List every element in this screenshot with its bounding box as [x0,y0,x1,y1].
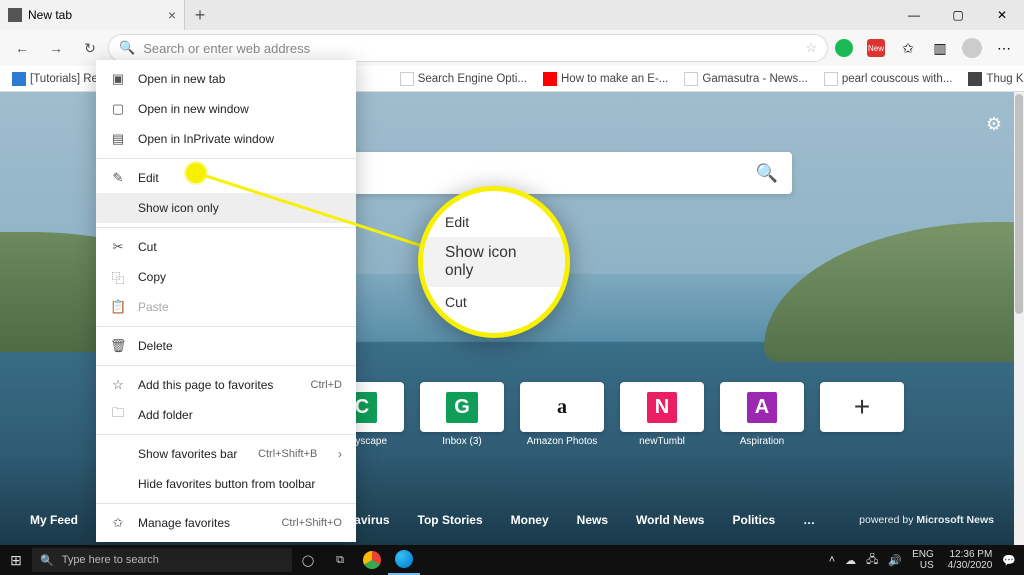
ctx-copy[interactable]: ⿻Copy [96,262,356,292]
feed-topic[interactable]: Money [511,513,549,527]
search-icon: 🔍 [119,40,135,56]
chrome-icon[interactable] [356,545,388,575]
highlight-leader-line [203,175,450,255]
extension-grammarly-icon[interactable] [830,34,858,62]
cortana-icon[interactable]: ◯ [292,545,324,575]
scissors-icon: ✂ [110,239,126,255]
ctx-manage-favorites[interactable]: ✩Manage favoritesCtrl+Shift+O [96,508,356,538]
edge-icon[interactable] [388,545,420,575]
chevron-right-icon: › [338,447,342,461]
scrollbar[interactable] [1014,92,1024,545]
callout-cut: Cut [423,287,565,317]
ctx-add-folder[interactable]: 🗀Add folder [96,400,356,430]
close-window-button[interactable]: ✕ [980,0,1024,30]
back-button[interactable]: ← [6,32,38,64]
quick-link-tile[interactable]: GInbox (3) [420,382,504,447]
task-view-icon[interactable]: ⧉ [324,545,356,575]
ctx-add-page[interactable]: ☆Add this page to favoritesCtrl+D [96,370,356,400]
trash-icon: 🗑 [110,338,126,354]
tab-favicon [8,8,22,22]
inprivate-icon: ▤ [110,131,126,147]
feed-tab-myfeed[interactable]: My Feed [30,513,78,527]
clock[interactable]: 12:36 PM4/30/2020 [948,549,993,571]
taskbar-search[interactable]: 🔍Type here to search [32,548,292,572]
bookmark-item[interactable]: Thug Kitchen [962,72,1024,86]
feed-more[interactable]: … [803,513,815,527]
star-list-icon: ✩ [110,515,126,531]
volume-icon[interactable]: 🔊 [888,554,902,567]
feed-topic[interactable]: World News [636,513,704,527]
highlight-callout: Edit Show icon only Cut [418,186,570,338]
new-tab-button[interactable]: + [185,5,215,26]
start-button[interactable]: ⊞ [0,552,32,569]
browser-tab[interactable]: New tab × [0,0,185,30]
collections-icon[interactable]: ▥ [926,34,954,62]
favorites-icon[interactable]: ✩ [894,34,922,62]
tab-title: New tab [28,8,72,22]
window-titlebar: New tab × + — ▢ ✕ [0,0,1024,30]
callout-edit: Edit [423,207,565,237]
tray-overflow-icon[interactable]: ˄ [829,554,835,566]
callout-show-icon-only: Show icon only [423,237,565,287]
profile-avatar[interactable] [958,34,986,62]
star-icon: ☆ [110,377,126,393]
context-menu: ▣Open in new tab ▢Open in new window ▤Op… [96,60,356,542]
quick-link-tile[interactable]: NnewTumbl [620,382,704,447]
bookmark-item[interactable]: Gamasutra - News... [678,72,813,86]
feed-topic[interactable]: News [577,513,608,527]
quick-link-tile[interactable]: AAspiration [720,382,804,447]
ctx-open-new-tab[interactable]: ▣Open in new tab [96,64,356,94]
window-controls: — ▢ ✕ [892,0,1024,30]
search-icon: 🔍 [40,554,54,567]
quick-link-tile[interactable]: aAmazon Photos [520,382,604,447]
feed-topic[interactable]: Politics [732,513,775,527]
address-bar[interactable]: 🔍 Search or enter web address ☆ [108,34,828,62]
highlight-marker [186,163,206,183]
new-window-icon: ▢ [110,101,126,117]
new-tab-icon: ▣ [110,71,126,87]
menu-icon[interactable]: ⋯ [990,34,1018,62]
system-tray: ˄ ☁ 🖧 🔊 ENGUS 12:36 PM4/30/2020 💬 [821,549,1024,571]
add-quick-link-button[interactable]: + [820,382,904,447]
scrollbar-thumb[interactable] [1015,94,1023,314]
minimize-button[interactable]: — [892,0,936,30]
address-placeholder: Search or enter web address [143,41,310,56]
ctx-delete[interactable]: 🗑Delete [96,331,356,361]
onedrive-icon[interactable]: ☁ [845,554,856,567]
ctx-show-fav-bar[interactable]: Show favorites barCtrl+Shift+B› [96,439,356,469]
paste-icon: 📋 [110,299,126,315]
bookmark-item[interactable]: How to make an E-... [537,72,674,86]
ctx-open-inprivate[interactable]: ▤Open in InPrivate window [96,124,356,154]
bookmark-item[interactable]: pearl couscous with... [818,72,959,86]
bookmark-item[interactable]: Search Engine Opti... [394,72,533,86]
search-icon: 🔍 [756,163,778,184]
ctx-open-new-window[interactable]: ▢Open in new window [96,94,356,124]
pencil-icon: ✎ [110,170,126,186]
maximize-button[interactable]: ▢ [936,0,980,30]
page-settings-icon[interactable]: ⚙ [986,114,1002,135]
close-tab-icon[interactable]: × [168,7,176,23]
favorite-star-icon[interactable]: ☆ [805,40,817,56]
language-indicator[interactable]: ENGUS [912,549,934,571]
folder-icon: 🗀 [110,404,126,426]
forward-button[interactable]: → [40,32,72,64]
network-icon[interactable]: 🖧 [866,551,878,570]
ctx-hide-fav-btn[interactable]: Hide favorites button from toolbar [96,469,356,499]
feed-topic[interactable]: Top Stories [418,513,483,527]
feed-powered-by: powered by Microsoft News [859,514,994,526]
notifications-icon[interactable]: 💬 [1002,554,1016,567]
copy-icon: ⿻ [110,268,126,287]
windows-taskbar: ⊞ 🔍Type here to search ◯ ⧉ ˄ ☁ 🖧 🔊 ENGUS… [0,545,1024,575]
extension-icon[interactable]: New [862,34,890,62]
ctx-paste: 📋Paste [96,292,356,322]
